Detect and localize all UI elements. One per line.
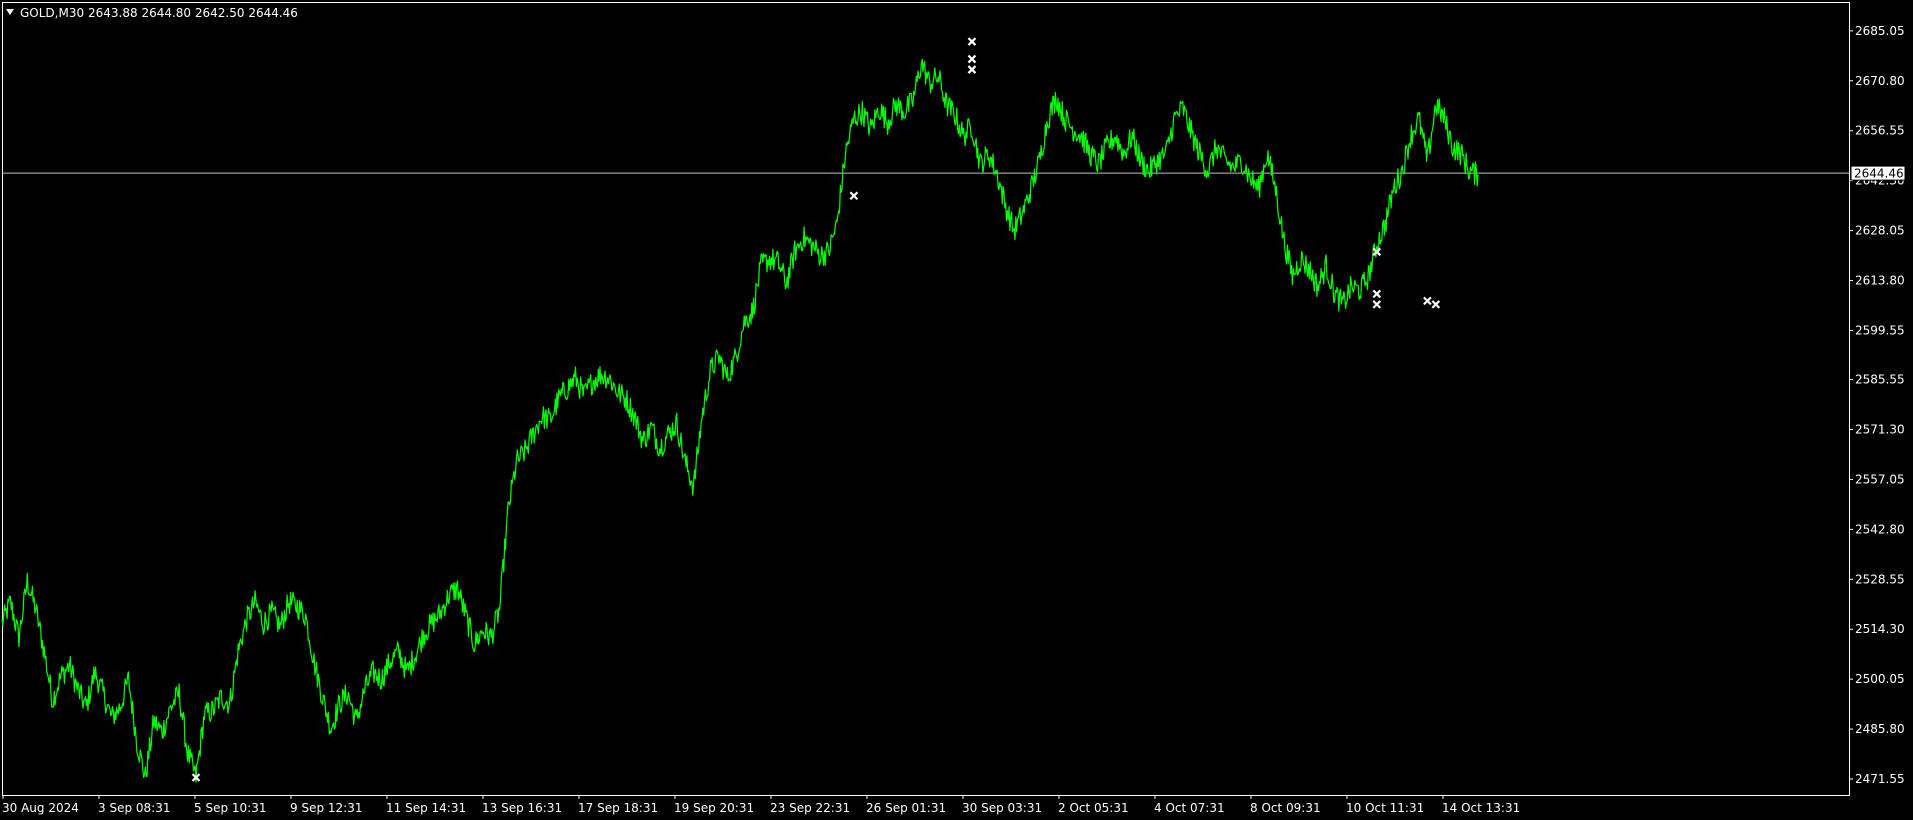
y-tick-label: 2528.55 bbox=[1855, 572, 1905, 586]
y-tick-label: 2685.05 bbox=[1855, 24, 1905, 38]
price-chart[interactable]: GOLD,M30 2643.88 2644.80 2642.50 2644.46… bbox=[0, 0, 1913, 820]
current-price-label-layer: 2644.46 bbox=[1850, 165, 1906, 181]
y-tick-label: 2599.55 bbox=[1855, 323, 1905, 337]
x-tick-label: 17 Sep 18:31 bbox=[578, 801, 658, 815]
x-tick-label: 19 Sep 20:31 bbox=[674, 801, 754, 815]
ohlc-readout: 2643.88 2644.80 2642.50 2644.46 bbox=[88, 6, 298, 20]
x-tick-label: 9 Sep 12:31 bbox=[290, 801, 362, 815]
y-tick-label: 2542.80 bbox=[1855, 522, 1905, 536]
x-tick-label: 26 Sep 01:31 bbox=[866, 801, 946, 815]
y-tick-label: 2514.30 bbox=[1855, 622, 1905, 636]
x-tick-label: 11 Sep 14:31 bbox=[386, 801, 466, 815]
y-tick-label: 2500.05 bbox=[1855, 672, 1905, 686]
x-tick-label: 30 Aug 2024 bbox=[2, 801, 79, 815]
current-price-label: 2644.46 bbox=[1854, 167, 1904, 181]
y-tick-label: 2571.30 bbox=[1855, 422, 1905, 436]
x-tick-label: 8 Oct 09:31 bbox=[1250, 801, 1321, 815]
chart-background bbox=[0, 0, 1913, 820]
x-tick-label: 14 Oct 13:31 bbox=[1442, 801, 1520, 815]
y-tick-label: 2670.80 bbox=[1855, 74, 1905, 88]
x-tick-label: 30 Sep 03:31 bbox=[962, 801, 1042, 815]
y-tick-label: 2656.55 bbox=[1855, 124, 1905, 138]
y-tick-label: 2613.80 bbox=[1855, 274, 1905, 288]
x-tick-label: 5 Sep 10:31 bbox=[194, 801, 266, 815]
x-tick-label: 13 Sep 16:31 bbox=[482, 801, 562, 815]
x-tick-label: 2 Oct 05:31 bbox=[1058, 801, 1129, 815]
x-tick-label: 4 Oct 07:31 bbox=[1154, 801, 1225, 815]
x-tick-label: 23 Sep 22:31 bbox=[770, 801, 850, 815]
chart-window: GOLD,M30 2643.88 2644.80 2642.50 2644.46… bbox=[0, 0, 1913, 820]
y-tick-label: 2471.55 bbox=[1855, 772, 1905, 786]
x-tick-label: 10 Oct 11:31 bbox=[1346, 801, 1424, 815]
y-tick-label: 2557.05 bbox=[1855, 472, 1905, 486]
y-tick-label: 2628.05 bbox=[1855, 224, 1905, 238]
y-tick-label: 2585.55 bbox=[1855, 373, 1905, 387]
symbol-label: GOLD,M30 bbox=[20, 6, 84, 20]
y-tick-label: 2485.80 bbox=[1855, 722, 1905, 736]
x-tick-label: 3 Sep 08:31 bbox=[98, 801, 170, 815]
